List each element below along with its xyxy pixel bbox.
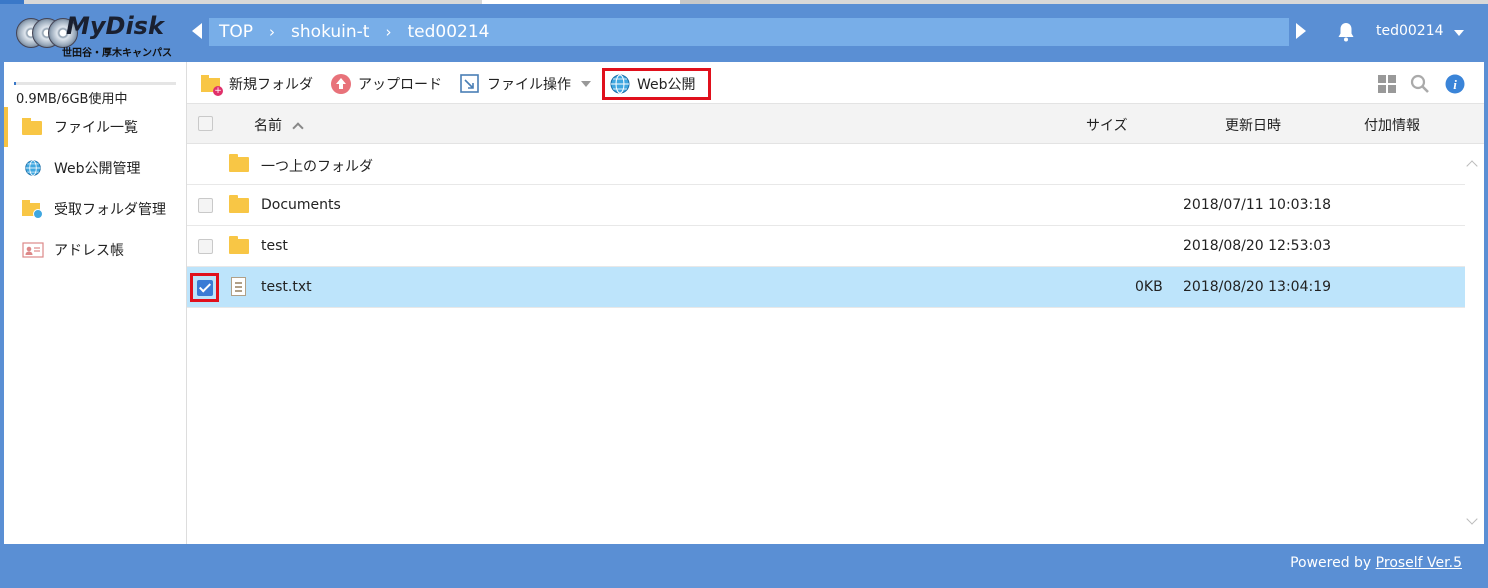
breadcrumb: TOP › shokuin-t › ted00214	[209, 18, 1289, 46]
upload-button[interactable]: アップロード	[330, 70, 442, 98]
breadcrumb-prev-arrow-icon[interactable]	[192, 23, 202, 39]
info-icon[interactable]: i	[1445, 74, 1465, 94]
scroll-up-icon[interactable]	[1466, 160, 1478, 172]
new-folder-icon: +	[201, 73, 223, 96]
file-operations-label: ファイル操作	[487, 77, 571, 93]
footer: Powered by Proself Ver.5	[4, 544, 1484, 584]
logo-name: MyDisk	[66, 12, 164, 40]
globe-icon	[25, 160, 41, 176]
table-row[interactable]: test 2018/08/20 12:53:03	[187, 226, 1465, 267]
column-updated[interactable]: 更新日時	[1225, 115, 1281, 135]
column-name[interactable]: 名前	[254, 115, 304, 135]
chevron-right-icon: ›	[385, 23, 392, 41]
search-icon[interactable]	[1410, 74, 1430, 94]
toolbar: + 新規フォルダ アップロード ファイル操作 Web公開 i	[187, 62, 1484, 104]
updated-date: 2018/08/20 13:04:19	[1183, 279, 1332, 295]
select-all-checkbox[interactable]	[198, 116, 213, 131]
breadcrumb-item-shokuin[interactable]: shokuin-t	[291, 22, 369, 42]
sidebar-item-web-publish[interactable]: Web公開管理	[4, 148, 187, 188]
table-header: 名前 サイズ 更新日時 付加情報	[187, 104, 1484, 144]
parent-folder-label: 一つ上のフォルダ	[261, 159, 373, 175]
sidebar-item-receive-folder[interactable]: 受取フォルダ管理	[4, 189, 187, 229]
breadcrumb-item-top[interactable]: TOP	[219, 22, 253, 42]
table-row[interactable]: Documents 2018/07/11 10:03:18	[187, 185, 1465, 226]
chevron-right-icon: ›	[269, 23, 276, 41]
new-folder-button[interactable]: + 新規フォルダ	[201, 70, 313, 98]
breadcrumb-item-current[interactable]: ted00214	[407, 22, 489, 42]
web-publish-button[interactable]: Web公開	[602, 68, 711, 100]
chevron-down-icon[interactable]	[581, 81, 591, 87]
new-folder-label: 新規フォルダ	[229, 77, 313, 93]
sidebar-item-label: 受取フォルダ管理	[54, 202, 166, 218]
proself-link[interactable]: Proself Ver.5	[1376, 555, 1462, 571]
file-operations-button[interactable]: ファイル操作	[459, 70, 591, 98]
sidebar-item-file-list[interactable]: ファイル一覧	[4, 107, 187, 147]
column-name-label: 名前	[254, 118, 282, 134]
sidebar-item-label: アドレス帳	[54, 243, 124, 259]
row-checkbox[interactable]	[198, 198, 213, 213]
grid-view-icon[interactable]	[1377, 74, 1397, 94]
scroll-down-icon[interactable]	[1466, 513, 1478, 525]
folder-icon	[22, 118, 44, 136]
folder-icon	[229, 236, 249, 254]
web-publish-label: Web公開	[637, 77, 696, 93]
column-size[interactable]: サイズ	[1086, 115, 1128, 135]
powered-by-prefix: Powered by	[1290, 555, 1372, 571]
app-header: MyDisk 世田谷・厚木キャンパス TOP › shokuin-t › ted…	[4, 4, 1484, 62]
updated-date: 2018/08/20 12:53:03	[1183, 238, 1332, 254]
logo-subtitle: 世田谷・厚木キャンパス	[62, 48, 172, 59]
file-name[interactable]: Documents	[261, 197, 341, 213]
file-name[interactable]: test.txt	[261, 279, 312, 295]
upload-icon	[331, 74, 351, 94]
table-row-selected[interactable]: test.txt 0KB 2018/08/20 13:04:19	[187, 267, 1465, 308]
updated-date: 2018/07/11 10:03:18	[1183, 197, 1332, 213]
sidebar: 0.9MB/6GB使用中 ファイル一覧 Web公開管理 受取フォルダ管理 アドレ…	[4, 62, 187, 544]
powered-by-text: Powered by Proself Ver.5	[1290, 555, 1462, 571]
text-file-icon	[231, 277, 246, 296]
row-checkbox-checked[interactable]	[190, 273, 219, 302]
upload-label: アップロード	[358, 77, 442, 93]
svg-text:i: i	[1453, 77, 1457, 92]
mydisk-logo[interactable]: MyDisk 世田谷・厚木キャンパス	[14, 10, 179, 60]
quota-progress-bar	[14, 82, 176, 85]
breadcrumb-next-arrow-icon[interactable]	[1296, 23, 1306, 39]
row-checkbox[interactable]	[198, 239, 213, 254]
quota-text: 0.9MB/6GB使用中	[16, 92, 128, 107]
file-size: 0KB	[1135, 279, 1163, 295]
globe-icon	[610, 74, 630, 94]
main-panel: + 新規フォルダ アップロード ファイル操作 Web公開 i 名前 サイズ 更新…	[187, 62, 1484, 544]
bell-icon[interactable]	[1334, 20, 1358, 44]
bottom-border	[0, 584, 1488, 588]
file-operations-icon	[460, 74, 479, 93]
sidebar-item-address-book[interactable]: アドレス帳	[4, 230, 187, 270]
chevron-down-icon[interactable]	[1454, 30, 1464, 36]
address-card-icon	[22, 242, 44, 258]
column-info[interactable]: 付加情報	[1364, 115, 1420, 135]
folder-icon	[229, 154, 249, 172]
file-name[interactable]: test	[261, 238, 288, 254]
user-menu[interactable]: ted00214	[1376, 23, 1444, 39]
parent-folder-row[interactable]: 一つ上のフォルダ	[187, 144, 1465, 185]
receive-folder-icon	[22, 200, 44, 219]
sidebar-item-label: ファイル一覧	[54, 120, 138, 136]
sort-ascending-icon	[292, 122, 304, 134]
sidebar-item-label: Web公開管理	[54, 161, 141, 177]
folder-icon	[229, 195, 249, 213]
